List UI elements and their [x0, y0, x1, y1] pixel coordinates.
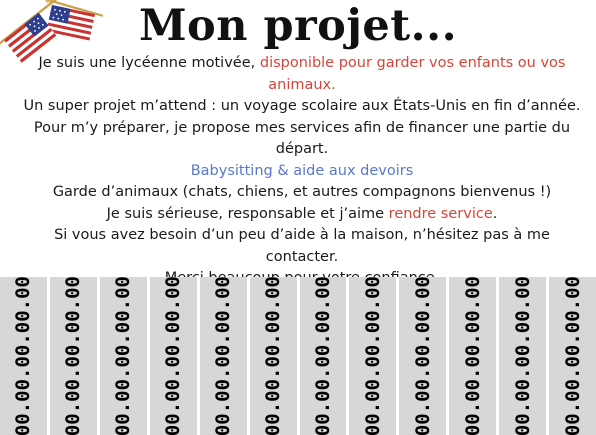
phone-number: 00.00.00.00.00 — [112, 277, 135, 435]
financing-line: Pour m’y préparer, je propose mes servic… — [33, 119, 571, 158]
tear-tab[interactable]: 00.00.00.00.00 — [49, 277, 100, 435]
phone-number: 00.00.00.00.00 — [162, 277, 185, 435]
tear-tab[interactable]: 00.00.00.00.00 — [549, 277, 596, 435]
quality-suffix: . — [492, 205, 498, 222]
phone-number: 00.00.00.00.00 — [461, 277, 484, 435]
phone-number: 00.00.00.00.00 — [511, 277, 534, 435]
phone-number: 00.00.00.00.00 — [262, 277, 285, 435]
quality-highlight: rendre service — [388, 205, 493, 222]
tear-tab[interactable]: 00.00.00.00.00 — [449, 277, 500, 435]
tear-tab[interactable]: 00.00.00.00.00 — [349, 277, 400, 435]
tear-tab[interactable]: 00.00.00.00.00 — [499, 277, 550, 435]
quality-line: Je suis sérieuse, responsable et j’aime … — [16, 204, 588, 226]
availability-highlight: disponible pour garder vos enfants ou vo… — [259, 55, 566, 93]
quality-text: Je suis sérieuse, responsable et j’aime — [106, 205, 389, 222]
phone-number: 00.00.00.00.00 — [411, 277, 434, 435]
tear-tab[interactable]: 00.00.00.00.00 — [0, 277, 50, 435]
project-line: Un super projet m’attend : un voyage sco… — [23, 98, 581, 114]
tear-tab[interactable]: 00.00.00.00.00 — [399, 277, 450, 435]
flyer-body: Je suis une lycéenne motivée, disponible… — [16, 53, 588, 290]
phone-number: 00.00.00.00.00 — [361, 277, 384, 435]
intro-text: Je suis une lycéenne motivée, — [38, 55, 260, 71]
service-babysitting: Babysitting & aide aux devoirs — [190, 162, 414, 179]
phone-number: 00.00.00.00.00 — [62, 277, 85, 435]
contact-line: Si vous avez besoin d’un peu d’aide à la… — [54, 227, 550, 265]
tear-off-strip: 00.00.00.00.00 00.00.00.00.00 00.00.00.0… — [0, 277, 596, 435]
phone-number: 00.00.00.00.00 — [212, 277, 235, 435]
tear-tab[interactable]: 00.00.00.00.00 — [299, 277, 350, 435]
phone-number: 00.00.00.00.00 — [12, 277, 35, 435]
tear-tab[interactable]: 00.00.00.00.00 — [149, 277, 200, 435]
phone-number: 00.00.00.00.00 — [561, 277, 584, 435]
tear-tab[interactable]: 00.00.00.00.00 — [249, 277, 300, 435]
tear-tab[interactable]: 00.00.00.00.00 — [99, 277, 150, 435]
tear-tab[interactable]: 00.00.00.00.00 — [199, 277, 250, 435]
intro-line: Je suis une lycéenne motivée, disponible… — [16, 53, 588, 96]
service-pet-sitting: Garde d’animaux (chats, chiens, et autre… — [52, 184, 552, 200]
phone-number: 00.00.00.00.00 — [311, 277, 334, 435]
page-title: Mon projet... — [138, 1, 458, 51]
